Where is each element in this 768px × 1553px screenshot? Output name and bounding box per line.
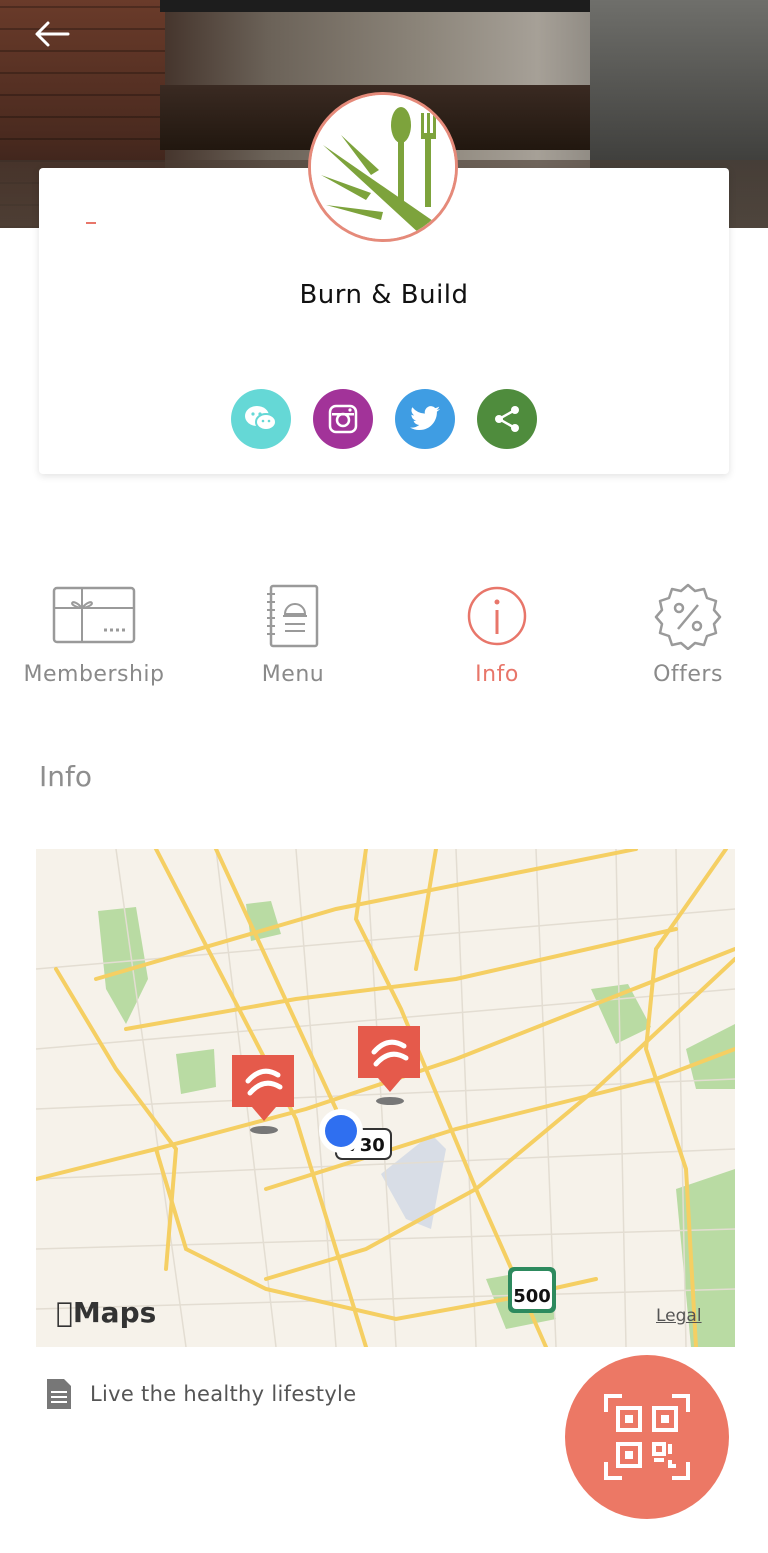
info-section-title: Info bbox=[39, 760, 92, 793]
apple-logo-icon:  bbox=[56, 1296, 73, 1329]
info-icon bbox=[467, 586, 527, 646]
arrow-left-icon bbox=[35, 21, 70, 47]
maps-brand: Maps bbox=[56, 1296, 156, 1329]
restaurant-name: Burn & Build bbox=[299, 280, 469, 310]
tab-info-label: Info bbox=[475, 662, 519, 687]
card-accent-dash bbox=[86, 222, 96, 224]
tab-offers[interactable]: Offers bbox=[608, 580, 768, 687]
instagram-icon bbox=[328, 404, 358, 434]
tab-membership[interactable]: Membership bbox=[14, 580, 174, 687]
gift-card-icon bbox=[52, 586, 136, 644]
description-row: Live the healthy lifestyle bbox=[46, 1378, 356, 1410]
tab-offers-label: Offers bbox=[653, 662, 723, 687]
share-icon bbox=[495, 406, 519, 432]
location-map[interactable]: 730 500 bbox=[36, 849, 735, 1347]
back-button[interactable] bbox=[30, 14, 74, 54]
wechat-icon bbox=[245, 406, 277, 431]
tab-info[interactable]: Info bbox=[417, 580, 577, 687]
tab-menu-label: Menu bbox=[261, 662, 325, 687]
menu-book-icon bbox=[267, 584, 319, 648]
restaurant-logo bbox=[308, 92, 458, 242]
share-button[interactable] bbox=[477, 389, 537, 449]
discount-badge-icon bbox=[654, 583, 722, 650]
qr-code-icon bbox=[604, 1394, 690, 1480]
tab-membership-label: Membership bbox=[23, 662, 165, 687]
map-legal-link[interactable]: Legal bbox=[656, 1306, 702, 1326]
qr-scan-button[interactable] bbox=[565, 1355, 729, 1519]
twitter-button[interactable] bbox=[395, 389, 455, 449]
document-icon bbox=[47, 1379, 71, 1409]
instagram-button[interactable] bbox=[313, 389, 373, 449]
description-text: Live the healthy lifestyle bbox=[90, 1382, 357, 1406]
twitter-icon bbox=[410, 406, 440, 431]
route-500-badge: 500 bbox=[513, 1286, 551, 1307]
wechat-button[interactable] bbox=[231, 389, 291, 449]
tab-menu[interactable]: Menu bbox=[213, 580, 373, 687]
